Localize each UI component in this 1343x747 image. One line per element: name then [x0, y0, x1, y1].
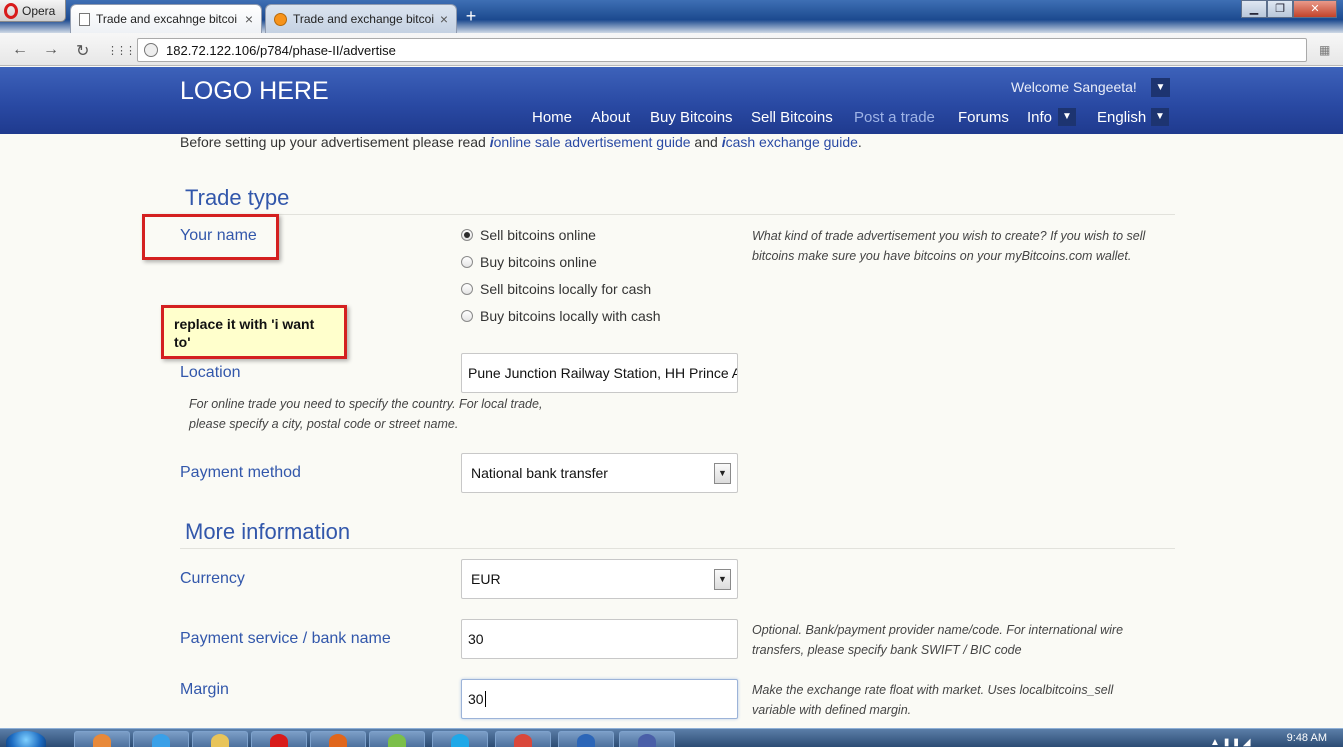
- radio-icon[interactable]: [461, 310, 473, 322]
- radio-label: Sell bitcoins online: [480, 227, 596, 243]
- back-button[interactable]: ←: [12, 41, 28, 59]
- radio-label: Buy bitcoins online: [480, 254, 597, 270]
- taskbar-photo-viewer-icon[interactable]: [619, 731, 675, 747]
- radio-sell-locally[interactable]: Sell bitcoins locally for cash: [461, 281, 651, 297]
- address-bar[interactable]: 182.72.122.106/p784/phase-II/advertise: [137, 38, 1307, 62]
- window-close-button[interactable]: ✕: [1293, 0, 1337, 18]
- radio-label: Buy bitcoins locally with cash: [480, 308, 661, 324]
- intro-before: Before setting up your advertisement ple…: [180, 134, 490, 150]
- radio-selected-icon[interactable]: [461, 229, 473, 241]
- radio-icon[interactable]: [461, 256, 473, 268]
- start-button-icon[interactable]: [6, 731, 46, 747]
- currency-value: EUR: [471, 571, 501, 587]
- extensions-icon[interactable]: ▦: [1319, 43, 1335, 57]
- taskbar-internet-explorer-icon[interactable]: [133, 731, 189, 747]
- online-sale-guide-link[interactable]: online sale advertisement guide: [494, 134, 691, 150]
- tab-active[interactable]: Trade and excahnge bitcoi ×: [70, 4, 262, 33]
- chevron-down-icon[interactable]: ▼: [714, 569, 731, 590]
- close-icon[interactable]: ×: [245, 11, 253, 27]
- location-help: For online trade you need to specify the…: [189, 397, 543, 431]
- tab-title: Trade and excahnge bitcoi: [96, 12, 237, 26]
- tab-inactive[interactable]: Trade and exchange bitcoi ×: [265, 4, 457, 33]
- taskbar-firefox-icon[interactable]: [310, 731, 366, 747]
- close-icon[interactable]: ×: [440, 11, 448, 27]
- opera-menu-button[interactable]: Opera: [0, 0, 66, 22]
- cash-exchange-guide-link[interactable]: cash exchange guide: [726, 134, 858, 150]
- currency-label: Currency: [180, 570, 245, 587]
- margin-help: Make the exchange rate float with market…: [752, 683, 1114, 717]
- taskbar-skype-icon[interactable]: [432, 731, 488, 747]
- taskbar-chrome-icon[interactable]: [495, 731, 551, 747]
- taskbar-maps-icon[interactable]: [369, 731, 425, 747]
- minimize-button[interactable]: ▁: [1241, 0, 1267, 18]
- reload-button[interactable]: ↻: [76, 41, 89, 61]
- radio-buy-online[interactable]: Buy bitcoins online: [461, 254, 597, 270]
- nav-info[interactable]: Info: [1027, 109, 1052, 126]
- bank-name-input[interactable]: 30: [461, 619, 738, 659]
- margin-input[interactable]: 30: [461, 679, 738, 719]
- intro-and: and: [690, 134, 722, 150]
- opera-logo-icon: [4, 2, 18, 19]
- section-title-more-information: More information: [185, 519, 351, 544]
- site-header: LOGO HERE Welcome Sangeeta! ▼ Home About…: [0, 67, 1343, 134]
- section-divider: [180, 548, 1175, 549]
- language-chevron-down-icon[interactable]: ▼: [1151, 108, 1169, 126]
- bitcoin-icon: [274, 12, 287, 26]
- opera-menu-label: Opera: [22, 3, 56, 18]
- margin-label: Margin: [180, 681, 229, 698]
- nav-buy-bitcoins[interactable]: Buy Bitcoins: [650, 109, 733, 126]
- info-chevron-down-icon[interactable]: ▼: [1058, 108, 1076, 126]
- radio-buy-locally[interactable]: Buy bitcoins locally with cash: [461, 308, 661, 324]
- currency-select[interactable]: EUR ▼: [461, 559, 738, 599]
- site-logo[interactable]: LOGO HERE: [180, 77, 329, 106]
- radio-sell-online[interactable]: Sell bitcoins online: [461, 227, 596, 243]
- trade-type-help: What kind of trade advertisement you wis…: [752, 229, 1146, 263]
- address-toolbar: ← → ↻ ⋮⋮⋮ 182.72.122.106/p784/phase-II/a…: [0, 33, 1343, 66]
- section-divider: [180, 214, 1175, 215]
- payment-method-value: National bank transfer: [471, 465, 608, 481]
- section-title-trade-type: Trade type: [185, 185, 290, 210]
- nav-about[interactable]: About: [591, 109, 630, 126]
- page-icon: [79, 12, 90, 26]
- annotation-note: replace it with 'i want to': [161, 305, 347, 359]
- payment-method-select[interactable]: National bank transfer ▼: [461, 453, 738, 493]
- taskbar-thunderbird-icon[interactable]: [558, 731, 614, 747]
- nav-forums[interactable]: Forums: [958, 109, 1009, 126]
- radio-icon[interactable]: [461, 283, 473, 295]
- nav-language[interactable]: English: [1097, 109, 1146, 126]
- window-controls: ▁ ❐ ✕: [1241, 0, 1337, 18]
- text-cursor: [484, 691, 486, 707]
- tab-title: Trade and exchange bitcoi: [293, 12, 434, 26]
- taskbar-file-explorer-icon[interactable]: [192, 731, 248, 747]
- speed-dial-grid-icon[interactable]: ⋮⋮⋮: [107, 44, 136, 57]
- location-label: Location: [180, 364, 241, 381]
- margin-value: 30: [468, 691, 484, 707]
- bank-name-label: Payment service / bank name: [180, 630, 391, 647]
- radio-label: Sell bitcoins locally for cash: [480, 281, 652, 297]
- nav-sell-bitcoins[interactable]: Sell Bitcoins: [751, 109, 833, 126]
- annotation-highlight-box: [142, 214, 279, 260]
- welcome-text: Welcome Sangeeta!: [1011, 79, 1137, 95]
- nav-post-a-trade[interactable]: Post a trade: [854, 109, 935, 126]
- browser-tabstrip: Opera Trade and excahnge bitcoi × Trade …: [0, 0, 1343, 33]
- site-info-icon[interactable]: [144, 43, 158, 57]
- taskbar-opera-icon[interactable]: [251, 731, 307, 747]
- nav-home[interactable]: Home: [532, 109, 572, 126]
- url-text: 182.72.122.106/p784/phase-II/advertise: [166, 42, 396, 58]
- chevron-down-icon[interactable]: ▼: [714, 463, 731, 484]
- intro-end: .: [857, 134, 862, 150]
- intro-text: Before setting up your advertisement ple…: [180, 134, 862, 150]
- payment-method-label: Payment method: [180, 464, 301, 481]
- system-tray-icons[interactable]: ▲▮▮◢: [1210, 737, 1255, 747]
- new-tab-button[interactable]: +: [462, 7, 480, 26]
- account-dropdown-button[interactable]: ▼: [1151, 78, 1170, 97]
- forward-button[interactable]: →: [43, 41, 59, 59]
- taskbar-media-player-icon[interactable]: [74, 731, 130, 747]
- taskbar-clock[interactable]: 9:48 AM: [1287, 732, 1327, 744]
- maximize-button[interactable]: ❐: [1267, 0, 1293, 18]
- bank-name-help: Optional. Bank/payment provider name/cod…: [752, 623, 1124, 657]
- windows-taskbar: ▲▮▮◢ 9:48 AM: [0, 728, 1343, 747]
- location-input[interactable]: Pune Junction Railway Station, HH Prince…: [461, 353, 738, 393]
